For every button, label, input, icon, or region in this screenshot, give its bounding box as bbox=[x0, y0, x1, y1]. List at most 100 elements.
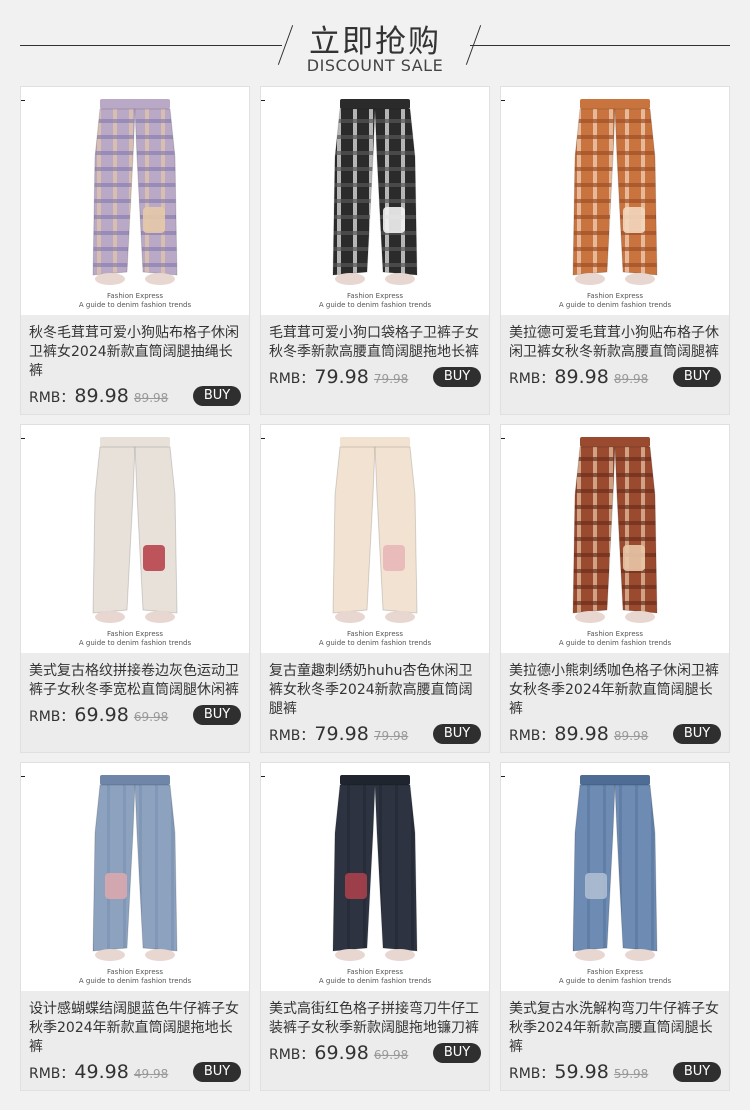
product-name[interactable]: 毛茸茸可爱小狗口袋格子卫裤子女秋冬季新款高腰直筒阔腿拖地长裤 bbox=[269, 324, 483, 362]
product-name[interactable]: 秋冬毛茸茸可爱小狗贴布格子休闲卫裤女2024新款直筒阔腿抽绳长裤 bbox=[29, 324, 243, 381]
sale-price: 79.98 bbox=[314, 723, 369, 745]
product-name[interactable]: 美拉德小熊刺绣咖色格子休闲卫裤女秋冬季2024年新款直筒阔腿长裤 bbox=[509, 662, 723, 719]
corner-mark bbox=[21, 438, 25, 439]
corner-mark bbox=[261, 100, 265, 101]
product-name[interactable]: 美式复古水洗解构弯刀牛仔裤子女秋季2024年新款高腰直筒阔腿长裤 bbox=[509, 1000, 723, 1057]
brand-name: Fashion Express bbox=[107, 968, 163, 976]
price-label: RMB： bbox=[29, 709, 75, 725]
buy-button[interactable]: BUY bbox=[193, 705, 241, 725]
product-image[interactable]: Fashion Express A guide to denim fashion … bbox=[261, 425, 489, 653]
product-card[interactable]: Fashion Express A guide to denim fashion … bbox=[260, 424, 490, 753]
buy-button[interactable]: BUY bbox=[433, 1043, 481, 1063]
buy-button[interactable]: BUY bbox=[433, 367, 481, 387]
corner-mark bbox=[21, 100, 25, 101]
buy-button[interactable]: BUY bbox=[193, 1062, 241, 1082]
sale-price: 79.98 bbox=[314, 366, 369, 388]
buy-button[interactable]: BUY bbox=[673, 1062, 721, 1082]
price-row: RMB：79.98 79.98 bbox=[269, 723, 408, 747]
product-card[interactable]: Fashion Express A guide to denim fashion … bbox=[260, 762, 490, 1091]
product-image[interactable]: Fashion Express A guide to denim fashion … bbox=[261, 87, 489, 315]
product-image[interactable]: Fashion Express A guide to denim fashion … bbox=[501, 763, 729, 991]
section-subtitle: DISCOUNT SALE bbox=[306, 56, 444, 75]
original-price: 89.98 bbox=[133, 391, 169, 405]
product-card[interactable]: Fashion Express A guide to denim fashion … bbox=[20, 424, 250, 753]
pants-illustration bbox=[92, 437, 178, 623]
brand-name: Fashion Express bbox=[347, 968, 403, 976]
price-row: RMB：79.98 79.98 bbox=[269, 366, 408, 390]
product-card[interactable]: Fashion Express A guide to denim fashion … bbox=[260, 86, 490, 415]
original-price: 59.98 bbox=[613, 1067, 649, 1081]
product-card[interactable]: Fashion Express A guide to denim fashion … bbox=[20, 762, 250, 1091]
product-name[interactable]: 美拉德可爱毛茸茸小狗贴布格子休闲卫裤女秋冬新款高腰直筒阔腿裤 bbox=[509, 324, 723, 362]
product-name[interactable]: 美式高街红色格子拼接弯刀牛仔工装裤子女秋季新款阔腿拖地镰刀裤 bbox=[269, 1000, 483, 1038]
product-image[interactable]: Fashion Express A guide to denim fashion … bbox=[21, 425, 249, 653]
brand-tagline: A guide to denim fashion trends bbox=[558, 301, 672, 309]
buy-button[interactable]: BUY bbox=[673, 724, 721, 744]
price-label: RMB： bbox=[269, 1047, 315, 1063]
original-price: 79.98 bbox=[373, 372, 409, 386]
price-label: RMB： bbox=[269, 371, 315, 387]
sale-price: 59.98 bbox=[554, 1061, 609, 1083]
brand-tagline: A guide to denim fashion trends bbox=[558, 639, 672, 647]
brand-name: Fashion Express bbox=[347, 630, 403, 638]
price-row: RMB：89.98 89.98 bbox=[29, 385, 168, 409]
brand-tagline: A guide to denim fashion trends bbox=[78, 639, 192, 647]
sale-price: 69.98 bbox=[314, 1042, 369, 1064]
pants-illustration bbox=[92, 99, 178, 285]
price-row: RMB：49.98 49.98 bbox=[29, 1061, 168, 1085]
brand-name: Fashion Express bbox=[107, 630, 163, 638]
product-name[interactable]: 美式复古格纹拼接卷边灰色运动卫裤子女秋冬季宽松直筒阔腿休闲裤 bbox=[29, 662, 243, 700]
price-label: RMB： bbox=[509, 1066, 555, 1082]
pants-illustration bbox=[332, 775, 418, 961]
price-row: RMB：59.98 59.98 bbox=[509, 1061, 648, 1085]
product-image[interactable]: Fashion Express A guide to denim fashion … bbox=[501, 87, 729, 315]
price-row: RMB：89.98 89.98 bbox=[509, 366, 648, 390]
sale-price: 89.98 bbox=[74, 385, 129, 407]
product-image[interactable]: Fashion Express A guide to denim fashion … bbox=[261, 763, 489, 991]
pants-illustration bbox=[332, 437, 418, 623]
original-price: 79.98 bbox=[373, 729, 409, 743]
brand-name: Fashion Express bbox=[587, 968, 643, 976]
buy-button[interactable]: BUY bbox=[673, 367, 721, 387]
buy-button[interactable]: BUY bbox=[193, 386, 241, 406]
original-price: 49.98 bbox=[133, 1067, 169, 1081]
corner-mark bbox=[261, 776, 265, 777]
brand-tagline: A guide to denim fashion trends bbox=[78, 977, 192, 985]
sale-price: 89.98 bbox=[554, 366, 609, 388]
product-card[interactable]: Fashion Express A guide to denim fashion … bbox=[500, 762, 730, 1091]
brand-name: Fashion Express bbox=[107, 292, 163, 300]
brand-name: Fashion Express bbox=[347, 292, 403, 300]
brand-tagline: A guide to denim fashion trends bbox=[318, 639, 432, 647]
pants-illustration bbox=[92, 775, 178, 961]
price-row: RMB：89.98 89.98 bbox=[509, 723, 648, 747]
brand-tagline: A guide to denim fashion trends bbox=[558, 977, 672, 985]
section-header: 立即抢购 DISCOUNT SALE bbox=[0, 0, 750, 86]
corner-mark bbox=[501, 776, 505, 777]
product-card[interactable]: Fashion Express A guide to denim fashion … bbox=[500, 86, 730, 415]
pants-illustration bbox=[572, 775, 658, 961]
product-card[interactable]: Fashion Express A guide to denim fashion … bbox=[500, 424, 730, 753]
corner-mark bbox=[501, 100, 505, 101]
pants-illustration bbox=[572, 437, 658, 623]
original-price: 69.98 bbox=[373, 1048, 409, 1062]
brand-name: Fashion Express bbox=[587, 630, 643, 638]
sale-price: 69.98 bbox=[74, 704, 129, 726]
price-label: RMB： bbox=[29, 1066, 75, 1082]
product-image[interactable]: Fashion Express A guide to denim fashion … bbox=[21, 87, 249, 315]
corner-mark bbox=[261, 438, 265, 439]
original-price: 89.98 bbox=[613, 729, 649, 743]
product-image[interactable]: Fashion Express A guide to denim fashion … bbox=[501, 425, 729, 653]
original-price: 89.98 bbox=[613, 372, 649, 386]
section-title: 立即抢购 bbox=[309, 24, 441, 60]
product-name[interactable]: 设计感蝴蝶结阔腿蓝色牛仔裤子女秋季2024年新款直筒阔腿拖地长裤 bbox=[29, 1000, 243, 1057]
buy-button[interactable]: BUY bbox=[433, 724, 481, 744]
price-label: RMB： bbox=[509, 728, 555, 744]
brand-tagline: A guide to denim fashion trends bbox=[318, 301, 432, 309]
product-name[interactable]: 复古童趣刺绣奶huhu杏色休闲卫裤女秋冬季2024新款高腰直筒阔腿裤 bbox=[269, 662, 483, 719]
price-label: RMB： bbox=[269, 728, 315, 744]
product-card[interactable]: Fashion Express A guide to denim fashion … bbox=[20, 86, 250, 415]
price-label: RMB： bbox=[29, 390, 75, 406]
price-row: RMB：69.98 69.98 bbox=[29, 704, 168, 728]
product-image[interactable]: Fashion Express A guide to denim fashion … bbox=[21, 763, 249, 991]
corner-mark bbox=[21, 776, 25, 777]
